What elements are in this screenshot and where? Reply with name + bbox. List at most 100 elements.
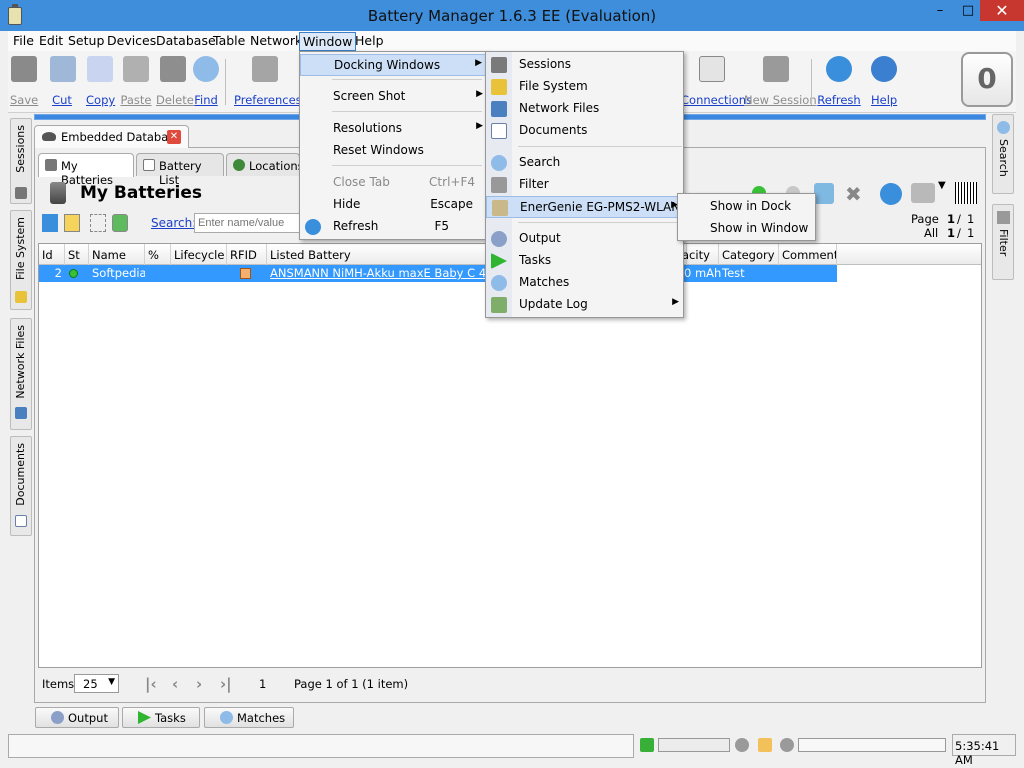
menu-separator <box>332 111 482 112</box>
menu-item-update-log[interactable]: Update Log ▶ <box>486 294 683 316</box>
first-page-icon[interactable]: |‹ <box>145 675 157 693</box>
column-header-name[interactable]: Name <box>89 244 145 265</box>
menu-help[interactable]: Help <box>352 32 387 51</box>
dock-tab-filter[interactable]: Filter <box>992 204 1014 280</box>
cell-listed-battery-link[interactable]: ANSMANN NiMH-Akku maxE Baby C 4500 mA <box>267 265 487 282</box>
dock-tab-network-files[interactable]: Network Files <box>10 318 32 430</box>
search-input[interactable] <box>194 213 304 233</box>
menu-item-docking-windows[interactable]: Docking Windows ▶ <box>300 54 487 76</box>
menu-item-search[interactable]: Search <box>486 152 683 174</box>
close-tab-icon[interactable]: ✕ <box>167 130 181 144</box>
update-log-icon <box>491 297 507 313</box>
menu-item-show-in-dock[interactable]: Show in Dock <box>678 196 815 218</box>
progress-field <box>798 738 946 752</box>
column-header-comment[interactable]: Comment <box>779 244 837 265</box>
preferences-button[interactable]: Preferences <box>234 56 302 108</box>
status-message <box>8 734 634 758</box>
database-icon <box>42 132 56 141</box>
menu-item-screen-shot[interactable]: Screen Shot ▶ <box>300 86 487 108</box>
menu-item-file-system[interactable]: File System <box>486 76 683 98</box>
connections-button[interactable]: Connections <box>681 56 752 108</box>
cut-button[interactable]: Cut <box>50 56 76 108</box>
copy-button[interactable]: Copy <box>86 56 115 108</box>
column-header-rfid[interactable]: RFID <box>227 244 267 265</box>
menu-setup[interactable]: Setup <box>65 32 107 51</box>
help-button[interactable]: Help <box>871 56 897 108</box>
cut-icon <box>50 56 76 82</box>
barcode-icon[interactable] <box>955 182 977 204</box>
paste-button[interactable]: Paste <box>120 56 152 108</box>
menu-item-sessions[interactable]: Sessions <box>486 54 683 76</box>
page-info: Page 1 of 1 (1 item) <box>294 677 409 691</box>
menu-item-matches[interactable]: Matches <box>486 272 683 294</box>
matches-button[interactable]: Matches <box>204 707 294 728</box>
print-dropdown-icon[interactable]: ▼ <box>938 180 946 191</box>
refresh-button[interactable]: Refresh <box>817 56 861 108</box>
submenu-arrow-icon: ▶ <box>476 121 483 131</box>
print-icon[interactable] <box>911 183 935 203</box>
close-window-button[interactable]: ✕ <box>980 0 1024 21</box>
menu-item-filter[interactable]: Filter <box>486 174 683 196</box>
output-button[interactable]: Output <box>35 707 119 728</box>
new-session-button[interactable]: New Session <box>744 56 817 108</box>
items-per-page-select[interactable]: 25 ▼ <box>74 674 119 693</box>
maximize-button[interactable]: □ <box>954 0 982 21</box>
status-ok-icon <box>69 269 78 278</box>
delete-button[interactable]: Delete <box>156 56 194 108</box>
column-header-id[interactable]: Id <box>39 244 65 265</box>
select-icon[interactable] <box>90 214 106 232</box>
tab-locations[interactable]: Locations <box>226 153 304 176</box>
menu-item-hide[interactable]: Hide Escape <box>300 194 487 216</box>
tab-battery-list[interactable]: Battery List <box>136 153 224 187</box>
battery-icon <box>45 159 57 171</box>
tasks-button[interactable]: Tasks <box>122 707 200 728</box>
dock-tab-documents[interactable]: Documents <box>10 436 32 536</box>
search-label[interactable]: Search: <box>151 216 196 230</box>
menu-edit[interactable]: Edit <box>36 32 66 51</box>
menu-separator <box>518 146 682 147</box>
submenu-arrow-icon: ▶ <box>475 58 482 68</box>
column-header-status[interactable]: St <box>65 244 89 265</box>
menu-item-close-tab[interactable]: Close Tab Ctrl+F4 <box>300 172 487 194</box>
settings-icon[interactable] <box>112 214 128 232</box>
menu-item-network-files[interactable]: Network Files <box>486 98 683 120</box>
dock-tab-file-system[interactable]: File System <box>10 210 32 310</box>
menu-network[interactable]: Network <box>247 32 305 51</box>
document-icon <box>15 515 27 527</box>
previous-page-icon[interactable]: ‹ <box>172 675 178 693</box>
column-header-category[interactable]: Category <box>719 244 779 265</box>
find-button[interactable]: Find <box>193 56 219 108</box>
page-number[interactable]: 1 <box>259 677 266 691</box>
last-page-icon[interactable]: ›| <box>220 675 232 693</box>
menu-item-refresh[interactable]: Refresh F5 <box>300 216 487 238</box>
remove-icon[interactable]: ✖ <box>845 184 865 204</box>
column-header-capacity[interactable]: acity <box>679 244 719 265</box>
tab-my-batteries[interactable]: My Batteries <box>38 153 134 187</box>
column-header-percent[interactable]: % <box>145 244 171 265</box>
dock-tab-sessions[interactable]: Sessions <box>10 118 32 204</box>
add-row-icon[interactable] <box>42 214 58 232</box>
menu-database[interactable]: Database <box>153 32 219 51</box>
column-header-lifecycle[interactable]: Lifecycle <box>171 244 227 265</box>
next-page-icon[interactable]: › <box>196 675 202 693</box>
menu-table[interactable]: Table <box>210 32 248 51</box>
save-button[interactable]: Save <box>10 56 38 108</box>
menu-devices[interactable]: Devices <box>104 32 159 51</box>
submenu-arrow-icon: ▶ <box>672 297 679 307</box>
menu-item-energenie[interactable]: EnerGenie EG-PMS2-WLAN ▶ <box>486 196 683 218</box>
menu-item-resolutions[interactable]: Resolutions ▶ <box>300 118 487 140</box>
menu-item-reset-windows[interactable]: Reset Windows <box>300 140 487 162</box>
recycle-bin-icon[interactable] <box>814 183 834 204</box>
menu-item-tasks[interactable]: Tasks <box>486 250 683 272</box>
menu-item-output[interactable]: Output <box>486 228 683 250</box>
menu-item-show-in-window[interactable]: Show in Window <box>678 218 815 240</box>
table-row[interactable]: 2 Softpedia ANSMANN NiMH-Akku maxE Baby … <box>39 265 837 282</box>
menu-item-documents[interactable]: Documents <box>486 120 683 142</box>
column-layout-icon[interactable] <box>64 214 80 232</box>
menu-window[interactable]: Window <box>299 32 357 51</box>
minimize-button[interactable]: – <box>926 0 954 21</box>
sync-icon[interactable] <box>880 183 902 205</box>
dock-tab-search[interactable]: Search <box>992 114 1014 194</box>
document-tab-embedded-database[interactable]: Embedded Database ✕ <box>34 125 189 148</box>
menu-file[interactable]: File <box>10 32 37 51</box>
